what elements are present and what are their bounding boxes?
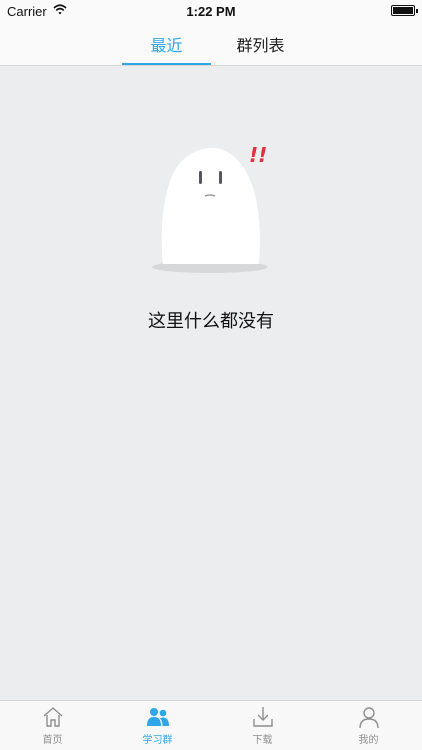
status-bar: Carrier 1:22 PM bbox=[0, 0, 422, 22]
tab-download-label: 下载 bbox=[252, 735, 273, 746]
download-icon bbox=[252, 707, 273, 727]
segment-bar: 最近 群列表 bbox=[0, 22, 422, 66]
people-icon bbox=[146, 708, 169, 726]
tab-group-list[interactable]: 群列表 bbox=[216, 22, 305, 65]
tab-mine[interactable]: 我的 bbox=[316, 701, 421, 750]
ghost-eye-left bbox=[199, 171, 202, 184]
tab-study-group-label: 学习群 bbox=[142, 735, 173, 746]
empty-state-message: 这里什么都没有 bbox=[148, 311, 274, 332]
clock-time: 1:22 PM bbox=[186, 4, 236, 19]
tab-study-group[interactable]: 学习群 bbox=[105, 701, 210, 750]
battery-icon bbox=[391, 5, 418, 16]
ghost-eye-right bbox=[219, 171, 222, 184]
ghost-body bbox=[161, 148, 260, 264]
tab-home[interactable]: 首页 bbox=[0, 701, 105, 750]
tab-download[interactable]: 下载 bbox=[210, 701, 315, 750]
ghost-illustration: !! bbox=[152, 143, 268, 273]
home-icon bbox=[43, 707, 62, 727]
bottom-tab-bar: 首页 学习群 下载 我的 bbox=[0, 700, 422, 750]
exclamation-mark: !! bbox=[249, 143, 267, 167]
tab-home-label: 首页 bbox=[42, 735, 63, 746]
tab-mine-label: 我的 bbox=[358, 735, 379, 746]
person-icon bbox=[358, 707, 379, 729]
tab-recent[interactable]: 最近 bbox=[122, 22, 211, 65]
